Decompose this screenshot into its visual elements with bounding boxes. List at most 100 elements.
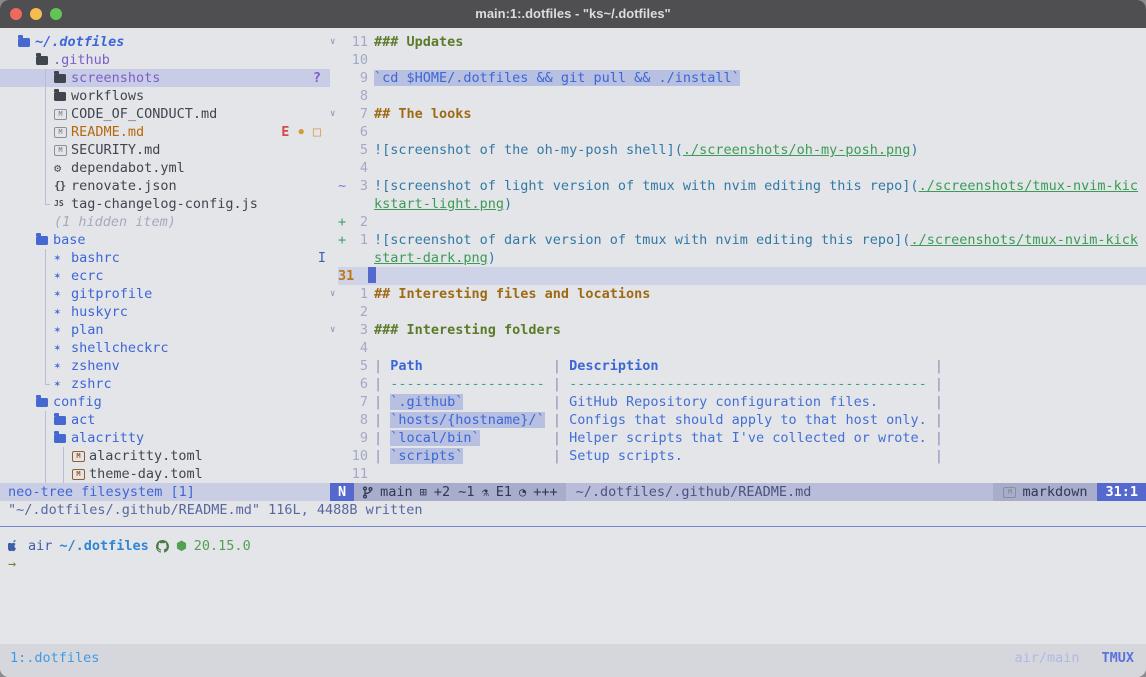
- editor-line[interactable]: 6: [330, 123, 1146, 141]
- fold-marker: [330, 429, 338, 447]
- editor-line[interactable]: 10: [330, 51, 1146, 69]
- editor-line[interactable]: ∨3### Interesting folders: [330, 321, 1146, 339]
- fold-marker[interactable]: ∨: [330, 105, 338, 123]
- tree-item-huskyrc[interactable]: ✶huskyrc: [0, 303, 330, 321]
- fold-marker: [330, 141, 338, 159]
- tree-item-renovate-json[interactable]: {}renovate.json: [0, 177, 330, 195]
- dotfile-star-icon: ✶: [54, 357, 71, 375]
- tree-indent: [0, 357, 18, 375]
- tree-guide: [36, 465, 54, 483]
- tree-item-config[interactable]: config: [0, 393, 330, 411]
- text-segment: |: [553, 394, 569, 410]
- statusline-file-path: ~/.dotfiles/.github/README.md: [566, 483, 994, 501]
- tree-indent: [0, 123, 18, 141]
- tmux-window-tab[interactable]: 1:.dotfiles: [10, 649, 99, 667]
- editor-line[interactable]: 9| `local/bin` | Helper scripts that I'v…: [330, 429, 1146, 447]
- tree-guide: [36, 303, 54, 321]
- fold-marker[interactable]: ∨: [330, 321, 338, 339]
- tree-item-act[interactable]: act: [0, 411, 330, 429]
- tree-item-gitprofile[interactable]: ✶gitprofile: [0, 285, 330, 303]
- tree-item-zshrc[interactable]: ✶zshrc: [0, 375, 330, 393]
- tree-guide: [36, 429, 54, 447]
- tree-item-tag-changelog-config-js[interactable]: JStag-changelog-config.js: [0, 195, 330, 213]
- editor-line[interactable]: 5![screenshot of the oh-my-posh shell](.…: [330, 141, 1146, 159]
- text-segment: |: [374, 412, 390, 428]
- sign-column: [338, 33, 348, 51]
- terminal-window: main:1:.dotfiles - "ks~/.dotfiles" ~/.do…: [0, 0, 1146, 677]
- text-segment: |: [935, 394, 943, 410]
- clock-icon: ◔: [519, 483, 526, 501]
- editor-line[interactable]: +2: [330, 213, 1146, 231]
- markdown-icon: M: [1003, 487, 1016, 498]
- editor-line[interactable]: 8: [330, 87, 1146, 105]
- fold-marker: [330, 267, 338, 285]
- editor-line[interactable]: ∨7## The looks: [330, 105, 1146, 123]
- text-segment: [545, 412, 553, 428]
- tree-item--1-hidden-item-[interactable]: (1 hidden item): [0, 213, 330, 231]
- editor-line[interactable]: 4: [330, 339, 1146, 357]
- tree-item-bashrc[interactable]: ✶bashrcI: [0, 249, 330, 267]
- folder-icon: [54, 434, 71, 443]
- editor-line[interactable]: kstart-light.png): [330, 195, 1146, 213]
- editor-line[interactable]: 11: [330, 465, 1146, 483]
- editor-line[interactable]: 10| `scripts` | Setup scripts. |: [330, 447, 1146, 465]
- tree-item-workflows[interactable]: workflows: [0, 87, 330, 105]
- shell-pane[interactable]: air ~/.dotfiles 20.15.0 →: [0, 526, 1146, 633]
- tree-item--github[interactable]: .github: [0, 51, 330, 69]
- line-text: ### Interesting folders: [374, 321, 561, 339]
- tree-item-theme-day-toml[interactable]: Mtheme-day.toml: [0, 465, 330, 483]
- dotfile-star-icon: ✶: [54, 339, 71, 357]
- tree-item-dependabot-yml[interactable]: ⚙dependabot.yml: [0, 159, 330, 177]
- tree-indent: [18, 249, 36, 267]
- folder-icon: [36, 56, 53, 65]
- tree-item-code-of-conduct-md[interactable]: MCODE_OF_CONDUCT.md: [0, 105, 330, 123]
- markdown-link-url: ./screenshots/tmux-nvim-kick: [910, 232, 1138, 248]
- editor-line[interactable]: 4: [330, 159, 1146, 177]
- sign-column: [338, 195, 348, 213]
- tree-item-readme-md[interactable]: MREADME.mdE●□: [0, 123, 330, 141]
- editor-line[interactable]: 9`cd $HOME/.dotfiles && git pull && ./in…: [330, 69, 1146, 87]
- apple-icon: [8, 539, 21, 553]
- tree-item-zshenv[interactable]: ✶zshenv: [0, 357, 330, 375]
- editor-line[interactable]: start-dark.png): [330, 249, 1146, 267]
- fold-marker: [330, 339, 338, 357]
- git-sign: +: [338, 213, 348, 231]
- markdown-file-icon: M: [54, 145, 71, 156]
- editor-line[interactable]: 7| `.github` | GitHub Repository configu…: [330, 393, 1146, 411]
- folder-icon: [36, 398, 53, 407]
- line-number: 5: [348, 141, 374, 159]
- line-text: | `local/bin` | Helper scripts that I've…: [374, 429, 943, 447]
- editor-line[interactable]: 6| ------------------- | ---------------…: [330, 375, 1146, 393]
- tree-guide: [36, 357, 54, 375]
- tree-item--dotfiles[interactable]: ~/.dotfiles: [0, 33, 330, 51]
- tree-item-shellcheckrc[interactable]: ✶shellcheckrc: [0, 339, 330, 357]
- editor-line[interactable]: ∨11### Updates: [330, 33, 1146, 51]
- git-untracked-mark: ?: [313, 69, 321, 87]
- tree-item-security-md[interactable]: MSECURITY.md: [0, 141, 330, 159]
- tree-item-base[interactable]: base: [0, 231, 330, 249]
- filetype-label: markdown: [1022, 483, 1087, 501]
- editor-line[interactable]: 2: [330, 303, 1146, 321]
- tree-item-ecrc[interactable]: ✶ecrc: [0, 267, 330, 285]
- editor-line[interactable]: ∨1## Interesting files and locations: [330, 285, 1146, 303]
- editor-line[interactable]: 8| `hosts/{hostname}/` | Configs that sh…: [330, 411, 1146, 429]
- tree-item-label: .github: [53, 51, 110, 69]
- editor-line[interactable]: ~3![screenshot of light version of tmux …: [330, 177, 1146, 195]
- tree-item-label: huskyrc: [71, 303, 128, 321]
- tree-item-alacritty[interactable]: alacritty: [0, 429, 330, 447]
- tree-indent: [0, 159, 18, 177]
- text-segment: [480, 430, 553, 446]
- folder-icon: [54, 416, 71, 425]
- tree-item-screenshots[interactable]: screenshots?: [0, 69, 330, 87]
- editor-line[interactable]: +1![screenshot of dark version of tmux w…: [330, 231, 1146, 249]
- tree-item-plan[interactable]: ✶plan: [0, 321, 330, 339]
- text-segment: ## Interesting files and locations: [374, 286, 650, 302]
- editor-line[interactable]: 5| Path | Description |: [330, 357, 1146, 375]
- editor-line[interactable]: 31: [330, 267, 1146, 285]
- fold-marker[interactable]: ∨: [330, 285, 338, 303]
- tree-indent: [0, 177, 18, 195]
- shell-prompt: air ~/.dotfiles 20.15.0: [8, 537, 1138, 555]
- fold-marker[interactable]: ∨: [330, 33, 338, 51]
- tree-item-alacritty-toml[interactable]: Malacritty.toml: [0, 447, 330, 465]
- tmux-status-bar: 1:.dotfiles air/main TMUX: [0, 644, 1146, 677]
